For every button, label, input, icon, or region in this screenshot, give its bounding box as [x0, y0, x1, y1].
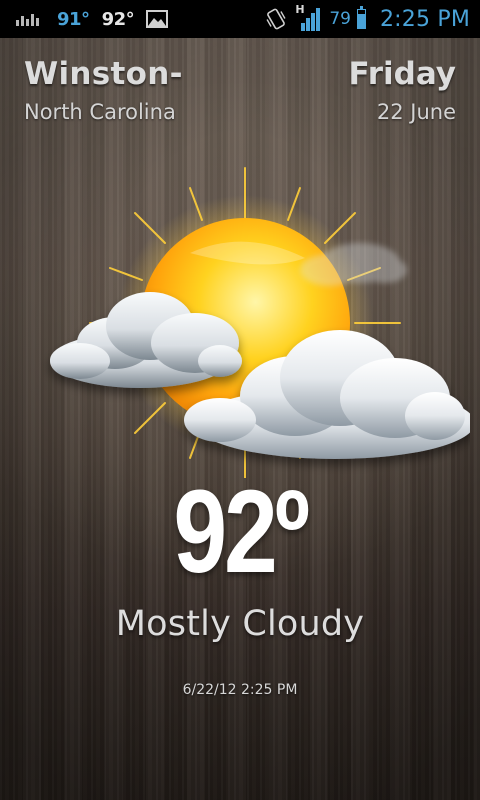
notification-icons: 91° 92° — [16, 8, 169, 30]
network-type: H — [295, 3, 305, 16]
system-icons: H 79 2:25 PM — [263, 3, 470, 32]
battery-fill — [357, 13, 365, 28]
current-temperature: 92º — [173, 466, 309, 598]
state-name: North Carolina — [24, 100, 176, 124]
vibrate-icon — [266, 8, 286, 30]
day-name: Friday — [348, 56, 456, 92]
notification-temp-white: 92° — [101, 8, 135, 30]
signal-icon: H — [295, 3, 321, 31]
image-icon — [146, 10, 169, 28]
date-text: 22 June — [376, 100, 456, 124]
weather-panel[interactable]: Winston- North Carolina Friday 22 June 9… — [0, 38, 480, 800]
status-bar[interactable]: 91° 92° H 79 2:25 PM — [0, 0, 480, 38]
last-updated: 6/22/12 2:25 PM — [182, 682, 298, 698]
battery-icon — [356, 6, 366, 29]
battery-percent: 79 — [329, 9, 351, 29]
clock: 2:25 PM — [379, 6, 470, 32]
partly-cloudy-sun-icon — [50, 167, 470, 478]
weather-screen: 91° 92° H 79 2:25 PM Winston- North Caro… — [0, 0, 480, 800]
city-name: Winston- — [24, 56, 183, 92]
weather-condition: Mostly Cloudy — [115, 604, 365, 644]
notification-temp-blue: 91° — [57, 8, 90, 30]
chart-icon — [16, 12, 39, 26]
